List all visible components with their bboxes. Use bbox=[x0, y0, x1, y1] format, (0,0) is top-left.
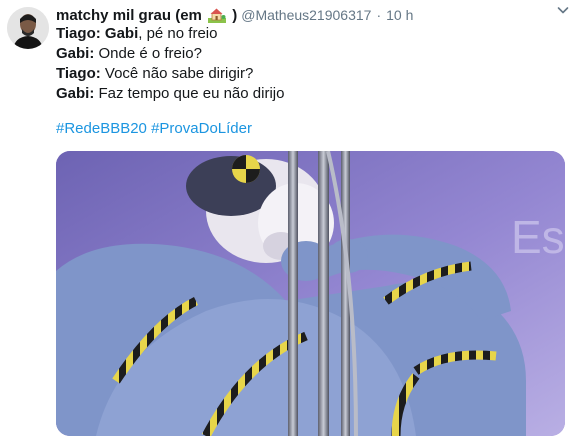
speaker-name: Tiago bbox=[56, 65, 96, 82]
author-handle[interactable]: @Matheus21906317 bbox=[241, 7, 371, 23]
author-display-name[interactable]: matchy mil grau (em ) bbox=[56, 7, 237, 24]
dialogue-text: Faz tempo que eu não dirijo bbox=[94, 85, 285, 102]
media-image: Es bbox=[56, 151, 565, 436]
dialogue-line: Tiago: Você não sabe dirigir? bbox=[56, 64, 567, 84]
hashtag-link[interactable]: #ProvaDoLíder bbox=[151, 120, 252, 137]
author-name-close: ) bbox=[232, 6, 238, 24]
tweet-timestamp[interactable]: 10 h bbox=[386, 7, 413, 23]
speaker-name: Gabi bbox=[56, 85, 90, 102]
hashtag-link[interactable]: #RedeBBB20 bbox=[56, 120, 147, 137]
avatar[interactable] bbox=[7, 7, 49, 49]
speaker-colon: : bbox=[95, 25, 101, 42]
dialogue-line: Gabi: Onde é o freio? bbox=[56, 44, 567, 64]
tweet-header: matchy mil grau (em ) @Matheus21906317 ·… bbox=[56, 5, 567, 25]
header-separator: · bbox=[376, 7, 382, 23]
hashtag-list: #RedeBBB20 #ProvaDoLíder bbox=[56, 119, 567, 139]
house-with-garden-emoji-icon bbox=[208, 8, 227, 23]
tweet-text: Tiago: Gabi, pé no freio Gabi: Onde é o … bbox=[56, 24, 567, 139]
dialogue-text: Onde é o freio? bbox=[94, 45, 202, 62]
speaker-name: Tiago bbox=[56, 25, 96, 42]
chevron-down-icon[interactable] bbox=[555, 2, 571, 18]
dialogue-text: , pé no freio bbox=[138, 25, 218, 42]
addressed-name: Gabi bbox=[104, 25, 139, 42]
dialogue-text: Você não sabe dirigir? bbox=[100, 65, 254, 82]
avatar-image bbox=[7, 7, 49, 49]
dialogue-line: Gabi: Faz tempo que eu não dirijo bbox=[56, 84, 567, 104]
speaker-name: Gabi bbox=[56, 45, 90, 62]
dialogue-line: Tiago: Gabi, pé no freio bbox=[56, 24, 567, 44]
author-name-text: matchy mil grau (em bbox=[56, 6, 202, 24]
media-background-text: Es bbox=[511, 211, 565, 263]
tweet-media[interactable]: Es bbox=[56, 151, 565, 436]
